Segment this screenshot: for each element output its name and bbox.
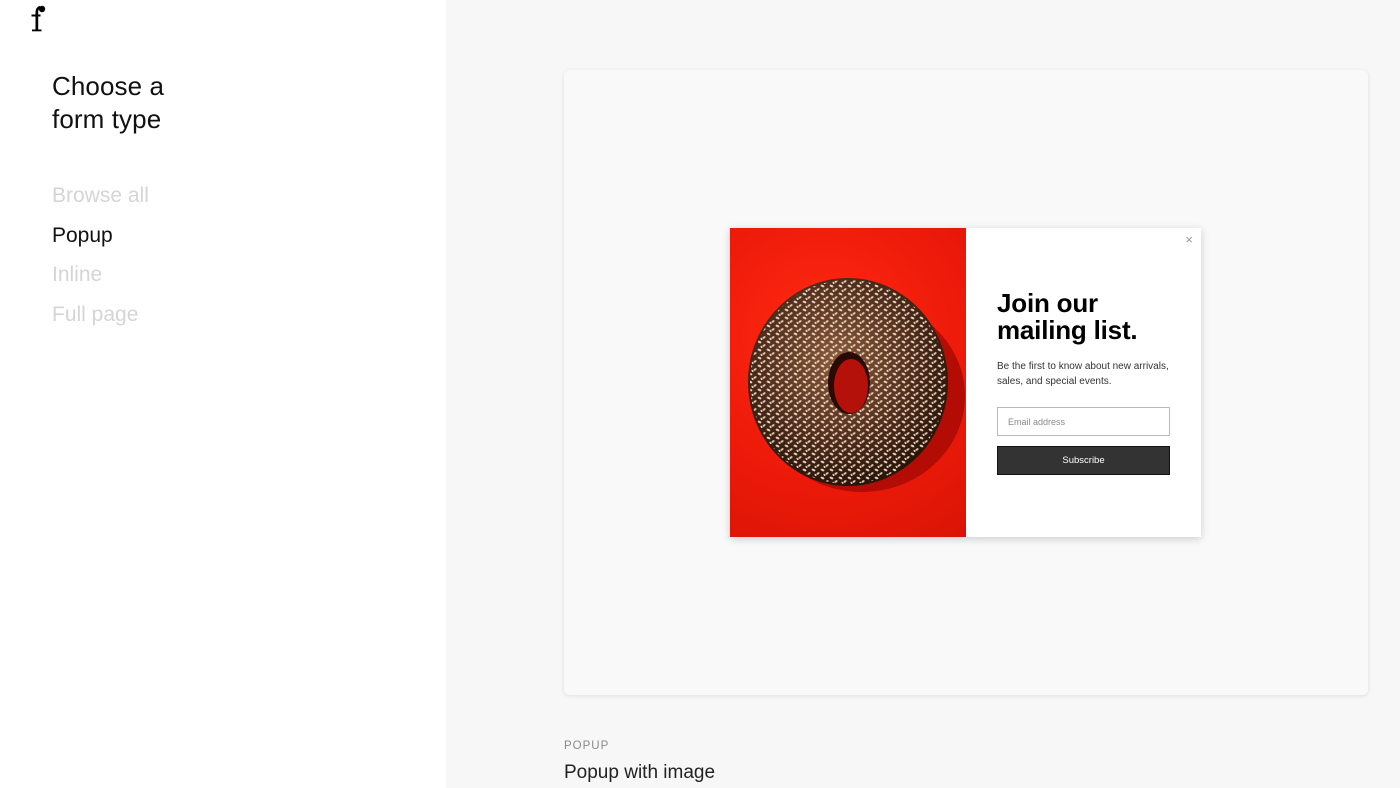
- subscribe-button[interactable]: Subscribe: [997, 446, 1170, 475]
- donut-image: [730, 228, 966, 537]
- nav-item-browse-all[interactable]: Browse all: [52, 176, 149, 216]
- nav-item-inline[interactable]: Inline: [52, 255, 149, 295]
- email-field[interactable]: [997, 407, 1170, 436]
- template-preview-card[interactable]: × Join our mailing list. Be the first to…: [564, 70, 1368, 695]
- nav-item-popup[interactable]: Popup: [52, 216, 149, 256]
- sidebar: Choose a form type Browse all Popup Inli…: [0, 0, 446, 788]
- main-content: × Join our mailing list. Be the first to…: [446, 0, 1400, 788]
- f-logo-glyph: [31, 5, 46, 32]
- nav-item-full-page[interactable]: Full page: [52, 295, 149, 335]
- f-logo-icon[interactable]: [28, 2, 48, 34]
- template-category: POPUP: [564, 740, 610, 752]
- popup-form: × Join our mailing list. Be the first to…: [966, 228, 1201, 537]
- form-type-chooser: Choose a form type Browse all Popup Inli…: [0, 0, 1400, 788]
- form-type-nav: Browse all Popup Inline Full page: [52, 176, 149, 334]
- popup-description: Be the first to know about new arrivals,…: [997, 361, 1169, 387]
- close-icon[interactable]: ×: [1185, 233, 1193, 247]
- template-name[interactable]: Popup with image: [564, 762, 715, 784]
- popup-preview: × Join our mailing list. Be the first to…: [730, 228, 1201, 537]
- donut-illustration: [748, 278, 965, 492]
- page-title: Choose a form type: [52, 71, 165, 134]
- popup-heading: Join our mailing list.: [997, 288, 1138, 345]
